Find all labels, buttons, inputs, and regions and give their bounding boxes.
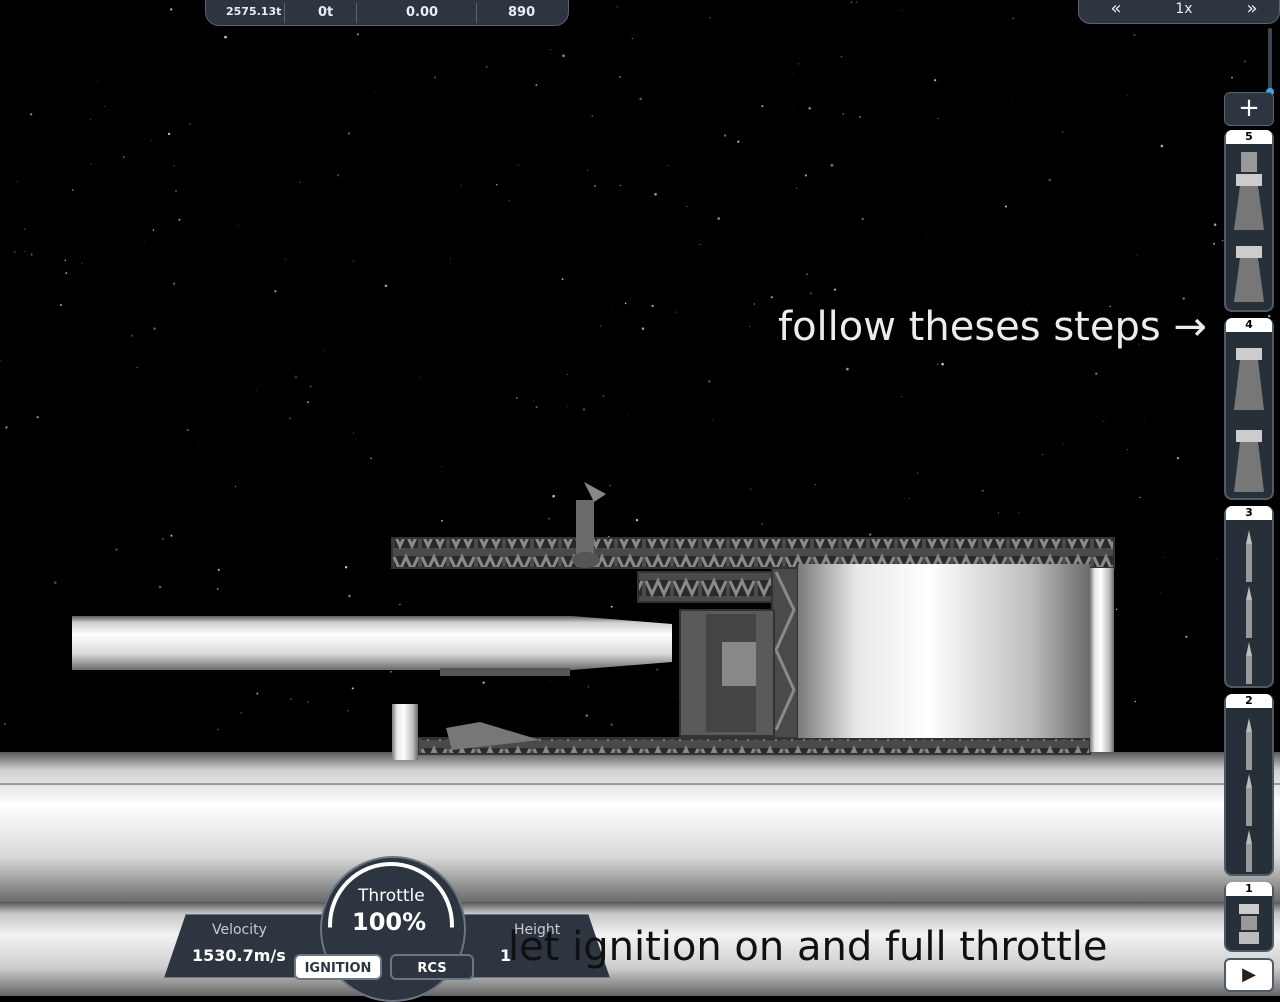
annotation-follow-steps: follow theses steps → — [778, 304, 1207, 350]
upper-truss-beam — [637, 571, 773, 603]
ignition-button[interactable]: IGNITION — [294, 954, 382, 980]
top-truss-beam — [391, 537, 1115, 569]
rocket-scene — [0, 482, 1280, 996]
throttle-label: Throttle — [358, 886, 425, 906]
stage-5[interactable]: 5 — [1224, 130, 1274, 312]
time-warp-speed: 1x — [1175, 1, 1193, 17]
stage-2[interactable]: 2 — [1224, 694, 1274, 876]
staging-scrollbar[interactable] — [1268, 28, 1272, 94]
double-chevron-left-icon[interactable]: « — [1097, 0, 1135, 19]
add-stage-button[interactable]: + — [1224, 92, 1274, 126]
velocity-value: 1530.7m/s — [192, 946, 286, 965]
separator-icon — [1246, 718, 1252, 872]
stage-1[interactable]: 1 — [1224, 882, 1274, 952]
stage-number: 2 — [1226, 694, 1272, 708]
annotation-ignition-instruction: let ignition on and full throttle — [508, 924, 1108, 970]
divider — [356, 3, 357, 23]
fuel-tank — [798, 564, 1090, 738]
separator-icon — [1246, 530, 1252, 684]
rcs-button[interactable]: RCS — [390, 954, 474, 980]
divider — [284, 3, 285, 23]
stage-4[interactable]: 4 — [1224, 318, 1274, 500]
mass-value: 2575.13t — [226, 5, 282, 18]
time-warp-panel: « 1x » — [1078, 0, 1280, 24]
parts-value: 890 — [508, 5, 536, 20]
flight-stats-panel: 2575.13t 0t 0.00 890 — [205, 0, 569, 26]
play-icon[interactable]: ▶ — [1224, 958, 1274, 992]
long-tube — [72, 616, 572, 670]
fuel-value: 0t — [318, 5, 334, 20]
large-fuel-tube — [0, 752, 1280, 902]
engine-icon — [1234, 348, 1264, 492]
stage-number: 1 — [1226, 882, 1272, 896]
throttle-value: 100% — [352, 908, 427, 936]
stage-number: 5 — [1226, 130, 1272, 144]
stage-number: 3 — [1226, 506, 1272, 520]
divider — [476, 3, 477, 23]
stage-3[interactable]: 3 — [1224, 506, 1274, 688]
stage-number: 4 — [1226, 318, 1272, 332]
double-chevron-right-icon[interactable]: » — [1233, 0, 1271, 19]
velocity-label: Velocity — [212, 922, 267, 938]
engine-icon — [1239, 904, 1259, 944]
engine-icon — [1234, 152, 1264, 302]
thrust-weight-value: 0.00 — [406, 5, 439, 20]
